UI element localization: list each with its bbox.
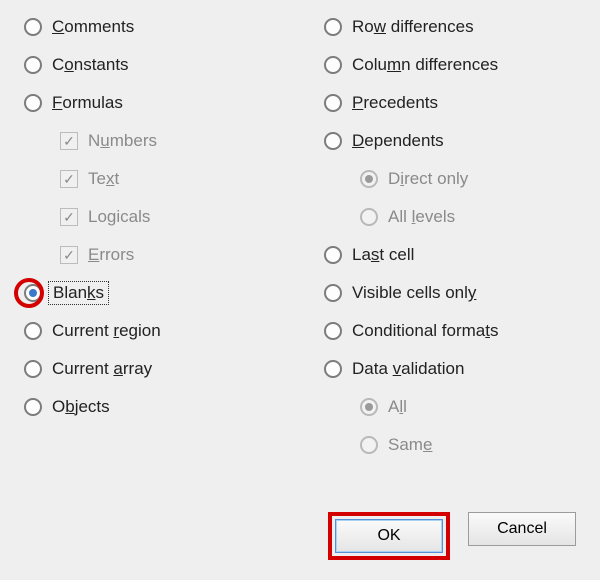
- checkbox-icon: ✓: [60, 208, 78, 226]
- annotation-box-icon: OK: [328, 512, 450, 560]
- option-comments[interactable]: Comments: [20, 10, 280, 44]
- goto-special-dialog: Comments Constants Formulas ✓ Numbers ✓ …: [0, 0, 600, 580]
- radio-icon: [324, 246, 342, 264]
- option-last-cell[interactable]: Last cell: [320, 238, 580, 272]
- radio-icon: [24, 18, 42, 36]
- ok-button[interactable]: OK: [335, 519, 443, 553]
- options-columns: Comments Constants Formulas ✓ Numbers ✓ …: [20, 10, 580, 462]
- option-label: Last cell: [352, 245, 414, 265]
- option-label: Conditional formats: [352, 321, 498, 341]
- option-label: Objects: [52, 397, 110, 417]
- option-label: Visible cells only: [352, 283, 476, 303]
- option-label: Comments: [52, 17, 134, 37]
- option-label: Logicals: [88, 207, 150, 227]
- option-current-region[interactable]: Current region: [20, 314, 280, 348]
- option-data-validation[interactable]: Data validation: [320, 352, 580, 386]
- option-validation-same: Same: [320, 428, 580, 462]
- radio-icon: [360, 170, 378, 188]
- option-blanks[interactable]: Blanks: [20, 276, 280, 310]
- option-label: Dependents: [352, 131, 444, 151]
- radio-icon: [324, 132, 342, 150]
- option-label: Current array: [52, 359, 152, 379]
- left-column: Comments Constants Formulas ✓ Numbers ✓ …: [20, 10, 280, 462]
- check-text: ✓ Text: [20, 162, 280, 196]
- option-conditional-formats[interactable]: Conditional formats: [320, 314, 580, 348]
- option-label: All: [388, 397, 407, 417]
- option-label: Same: [388, 435, 432, 455]
- radio-icon: [360, 208, 378, 226]
- radio-icon: [360, 398, 378, 416]
- option-label: Row differences: [352, 17, 474, 37]
- option-current-array[interactable]: Current array: [20, 352, 280, 386]
- option-validation-all: All: [320, 390, 580, 424]
- option-precedents[interactable]: Precedents: [320, 86, 580, 120]
- option-label: Text: [88, 169, 119, 189]
- option-label: Column differences: [352, 55, 498, 75]
- option-label: Direct only: [388, 169, 468, 189]
- checkbox-icon: ✓: [60, 170, 78, 188]
- option-formulas[interactable]: Formulas: [20, 86, 280, 120]
- option-label: Blanks: [48, 281, 109, 305]
- checkbox-icon: ✓: [60, 246, 78, 264]
- check-errors: ✓ Errors: [20, 238, 280, 272]
- option-objects[interactable]: Objects: [20, 390, 280, 424]
- checkbox-icon: ✓: [60, 132, 78, 150]
- option-all-levels: All levels: [320, 200, 580, 234]
- radio-icon: [324, 56, 342, 74]
- radio-icon: [324, 360, 342, 378]
- radio-icon: [324, 284, 342, 302]
- option-visible-cells[interactable]: Visible cells only: [320, 276, 580, 310]
- option-column-differences[interactable]: Column differences: [320, 48, 580, 82]
- option-label: Constants: [52, 55, 129, 75]
- right-column: Row differences Column differences Prece…: [320, 10, 580, 462]
- option-constants[interactable]: Constants: [20, 48, 280, 82]
- option-label: Current region: [52, 321, 161, 341]
- radio-icon: [24, 94, 42, 112]
- radio-icon: [360, 436, 378, 454]
- radio-icon: [324, 18, 342, 36]
- radio-icon: [324, 322, 342, 340]
- option-row-differences[interactable]: Row differences: [320, 10, 580, 44]
- option-label: Numbers: [88, 131, 157, 151]
- option-label: Precedents: [352, 93, 438, 113]
- cancel-button[interactable]: Cancel: [468, 512, 576, 546]
- radio-icon: [24, 360, 42, 378]
- option-label: Data validation: [352, 359, 464, 379]
- radio-icon: [24, 322, 42, 340]
- option-label: Errors: [88, 245, 134, 265]
- option-label: All levels: [388, 207, 455, 227]
- radio-icon: [24, 398, 42, 416]
- option-label: Formulas: [52, 93, 123, 113]
- option-dependents[interactable]: Dependents: [320, 124, 580, 158]
- radio-icon: [24, 56, 42, 74]
- radio-icon: [24, 284, 42, 302]
- check-numbers: ✓ Numbers: [20, 124, 280, 158]
- check-logicals: ✓ Logicals: [20, 200, 280, 234]
- dialog-buttons: OK Cancel: [328, 512, 576, 560]
- option-direct-only: Direct only: [320, 162, 580, 196]
- radio-icon: [324, 94, 342, 112]
